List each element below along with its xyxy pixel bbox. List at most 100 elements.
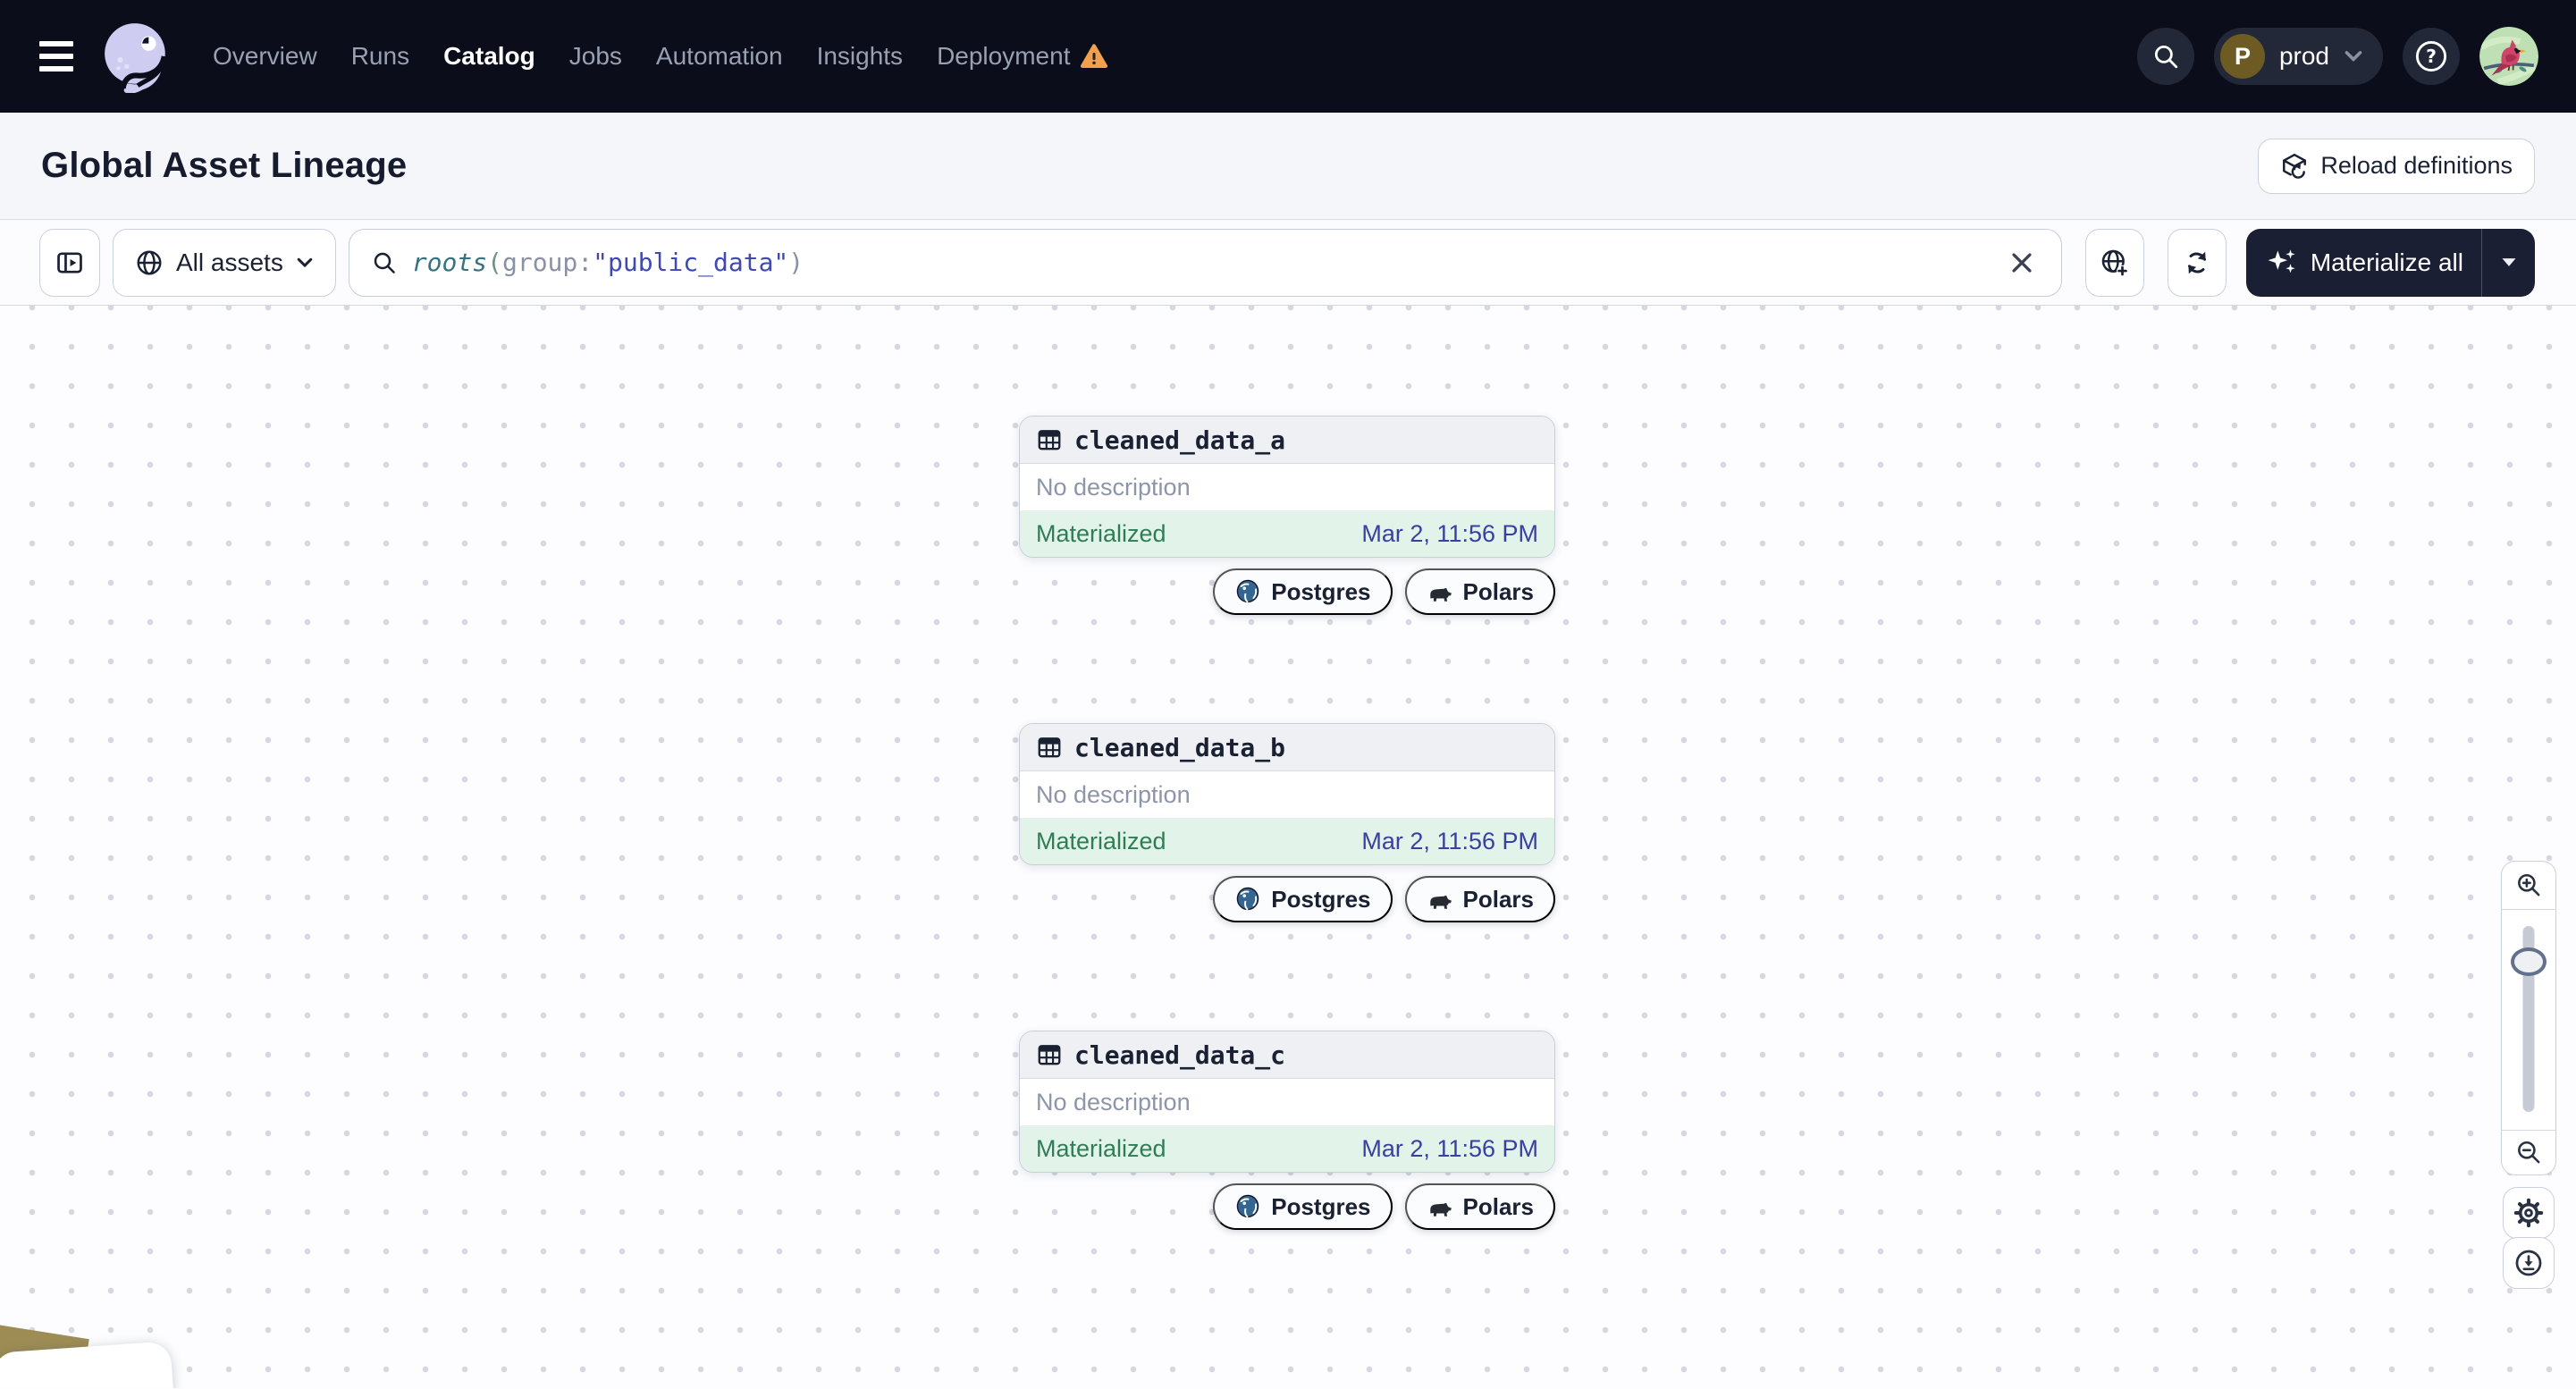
- asset-node-header: cleaned_data_c: [1020, 1031, 1554, 1079]
- nav-item-runs[interactable]: Runs: [351, 42, 409, 71]
- asset-node-cleaned-data-a[interactable]: cleaned_data_a No description Materializ…: [1019, 416, 1555, 558]
- materialization-timestamp[interactable]: Mar 2, 11:56 PM: [1361, 520, 1538, 548]
- warning-icon: [1081, 43, 1108, 70]
- reload-definitions-button[interactable]: Reload definitions: [2258, 138, 2535, 194]
- gear-icon: [2513, 1198, 2544, 1228]
- zoom-in-button[interactable]: [2502, 862, 2555, 910]
- asset-tags-row: Postgres Polars: [1213, 876, 1555, 922]
- asset-node-cleaned-data-c[interactable]: cleaned_data_c No description Materializ…: [1019, 1031, 1555, 1173]
- refresh-button[interactable]: [2167, 228, 2227, 297]
- tag-postgres[interactable]: Postgres: [1213, 1183, 1393, 1230]
- tag-polars[interactable]: Polars: [1404, 568, 1555, 615]
- asset-filter-input[interactable]: roots(group:"public_data"): [348, 228, 2062, 297]
- nav-item-automation[interactable]: Automation: [656, 42, 783, 71]
- environment-name: prod: [2278, 42, 2329, 70]
- asset-node-header: cleaned_data_a: [1020, 417, 1554, 464]
- tag-postgres[interactable]: Postgres: [1213, 568, 1393, 615]
- asset-status-row: Materialized Mar 2, 11:56 PM: [1020, 510, 1554, 557]
- environment-initial: P: [2219, 34, 2265, 79]
- asset-name: cleaned_data_b: [1074, 732, 1286, 762]
- graph-settings-button[interactable]: [2503, 1187, 2555, 1239]
- user-avatar[interactable]: [2479, 27, 2538, 86]
- status-badge: Materialized: [1036, 1134, 1166, 1162]
- asset-description: No description: [1036, 1088, 1191, 1115]
- tag-postgres[interactable]: Postgres: [1213, 876, 1393, 922]
- toggle-sidebar-button[interactable]: [39, 228, 100, 297]
- tag-label: Polars: [1462, 885, 1535, 913]
- tag-polars[interactable]: Polars: [1404, 1183, 1555, 1230]
- top-nav: Overview Runs Catalog Jobs Automation In…: [0, 0, 2576, 113]
- clear-icon: [2010, 251, 2033, 274]
- asset-tags-row: Postgres Polars: [1213, 1183, 1555, 1230]
- polars-icon: [1427, 886, 1453, 913]
- polars-icon: [1427, 1193, 1453, 1220]
- postgres-icon: [1234, 578, 1261, 605]
- nav-item-deployment[interactable]: Deployment: [937, 42, 1108, 71]
- nav-right-cluster: P prod ?: [2136, 27, 2538, 86]
- polars-icon: [1427, 578, 1453, 605]
- nav-item-jobs[interactable]: Jobs: [569, 42, 622, 71]
- sparkles-icon: [2268, 248, 2298, 278]
- asset-description: No description: [1036, 473, 1191, 501]
- nav-item-overview[interactable]: Overview: [213, 42, 317, 71]
- status-badge: Materialized: [1036, 519, 1166, 547]
- primary-nav: Overview Runs Catalog Jobs Automation In…: [213, 42, 1108, 71]
- help-icon: ?: [2415, 40, 2447, 72]
- panel-toggle-icon: [55, 248, 85, 278]
- zoom-in-icon: [2514, 871, 2543, 900]
- asset-tags-row: Postgres Polars: [1213, 568, 1555, 615]
- svg-text:?: ?: [2426, 46, 2437, 67]
- zoom-slider-thumb[interactable]: [2511, 947, 2547, 976]
- corner-card-artifact: [0, 1322, 177, 1388]
- deployment-label: Deployment: [937, 42, 1071, 70]
- environment-switcher[interactable]: P prod: [2213, 28, 2383, 85]
- materialize-all-label: Materialize all: [2310, 248, 2463, 276]
- asset-status-row: Materialized Mar 2, 11:56 PM: [1020, 818, 1554, 864]
- materialization-timestamp[interactable]: Mar 2, 11:56 PM: [1361, 828, 1538, 855]
- zoom-out-button[interactable]: [2502, 1130, 2555, 1174]
- chevron-down-icon: [2344, 48, 2363, 64]
- lineage-canvas[interactable]: cleaned_data_a No description Materializ…: [0, 306, 2576, 1388]
- table-icon: [1036, 426, 1063, 453]
- search-button[interactable]: [2136, 28, 2194, 85]
- asset-status-row: Materialized Mar 2, 11:56 PM: [1020, 1125, 1554, 1172]
- materialize-all-split-button: Materialize all: [2245, 228, 2535, 297]
- page-title: Global Asset Lineage: [41, 146, 408, 185]
- menu-icon[interactable]: [39, 38, 79, 74]
- chevron-down-icon: [296, 256, 314, 270]
- materialize-options-button[interactable]: [2481, 228, 2535, 297]
- tag-polars[interactable]: Polars: [1404, 876, 1555, 922]
- clear-filter-button[interactable]: [2000, 241, 2043, 284]
- nav-item-insights[interactable]: Insights: [817, 42, 904, 71]
- filter-query-text: roots(group:"public_data"): [411, 248, 804, 277]
- materialize-all-button[interactable]: Materialize all: [2246, 229, 2481, 297]
- zoom-slider[interactable]: [2502, 910, 2555, 1130]
- tag-label: Polars: [1462, 577, 1535, 605]
- new-asset-selection-button[interactable]: [2084, 228, 2144, 297]
- reload-definitions-label: Reload definitions: [2320, 152, 2513, 179]
- help-button[interactable]: ?: [2403, 28, 2460, 85]
- download-icon: [2513, 1248, 2544, 1278]
- table-icon: [1036, 734, 1063, 761]
- refresh-icon: [2183, 248, 2211, 277]
- tag-label: Postgres: [1271, 577, 1371, 605]
- tag-label: Polars: [1462, 1192, 1535, 1220]
- download-graph-button[interactable]: [2503, 1237, 2555, 1289]
- asset-description: No description: [1036, 780, 1191, 808]
- nav-item-catalog[interactable]: Catalog: [443, 42, 535, 71]
- asset-node-header: cleaned_data_b: [1020, 724, 1554, 771]
- lineage-toolbar: All assets roots(group:"public_data") Ma…: [0, 220, 2576, 306]
- table-icon: [1036, 1041, 1063, 1068]
- globe-icon: [135, 248, 164, 277]
- asset-scope-dropdown[interactable]: All assets: [113, 228, 336, 297]
- search-icon: [371, 249, 398, 276]
- dagster-logo[interactable]: [100, 20, 173, 93]
- search-icon: [2151, 42, 2180, 71]
- zoom-out-icon: [2514, 1139, 2543, 1167]
- caret-down-icon: [2500, 256, 2518, 269]
- postgres-icon: [1234, 886, 1261, 913]
- materialization-timestamp[interactable]: Mar 2, 11:56 PM: [1361, 1135, 1538, 1163]
- zoom-controls: [2501, 861, 2556, 1175]
- asset-node-cleaned-data-b[interactable]: cleaned_data_b No description Materializ…: [1019, 723, 1555, 865]
- page-header: Global Asset Lineage Reload definitions: [0, 113, 2576, 220]
